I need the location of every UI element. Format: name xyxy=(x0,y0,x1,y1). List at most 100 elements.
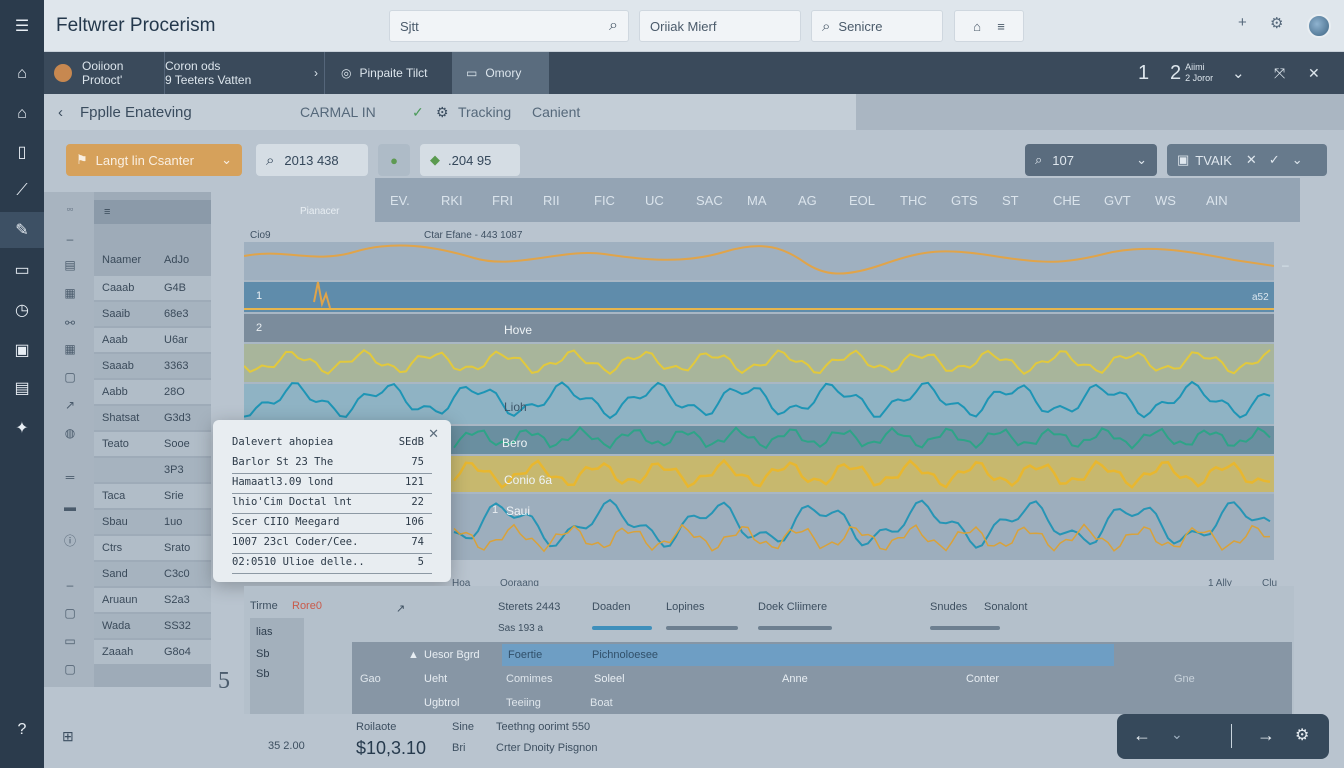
collapse-icon[interactable]: – xyxy=(1282,258,1289,272)
help-icon[interactable]: ? xyxy=(0,712,44,748)
table-row[interactable]: Saaab 3363 xyxy=(94,354,211,378)
status-toggle[interactable]: ● xyxy=(378,144,410,176)
table-row[interactable]: Caaab G4B xyxy=(94,276,211,300)
table-row[interactable]: 3P3 xyxy=(94,458,211,482)
list-item[interactable]: Sb xyxy=(256,648,269,660)
back-arrow-icon[interactable]: ← xyxy=(1133,725,1151,746)
pinpaite-tab[interactable]: ◎ Pinpaite Tilct xyxy=(324,52,452,94)
popup-row[interactable]: Hamaatl3.09 lond 121 xyxy=(232,476,432,494)
column-label[interactable]: FRI xyxy=(492,193,513,208)
table-row[interactable]: Wada SS32 xyxy=(94,614,211,638)
menu-icon[interactable]: ═ xyxy=(62,470,78,484)
team-selector[interactable]: Coron ods 9 Teeters Vatten › xyxy=(164,52,324,94)
building-icon[interactable]: ▯ xyxy=(0,134,44,170)
column-label[interactable]: GVT xyxy=(1104,193,1131,208)
column-label[interactable]: WS xyxy=(1155,193,1176,208)
search-input[interactable]: Sjtt ⌕ xyxy=(389,10,629,42)
filter-icon[interactable]: ≡ xyxy=(104,206,110,218)
table-icon[interactable]: ▦ xyxy=(62,342,78,356)
column-label[interactable]: GTS xyxy=(951,193,978,208)
back-chevron-icon[interactable]: ‹ xyxy=(58,104,63,121)
avatar[interactable] xyxy=(1307,14,1331,38)
plus-icon[interactable]: + xyxy=(1238,14,1247,31)
table-row[interactable]: Ctrs Srato xyxy=(94,536,211,560)
popup-row[interactable]: Scer CIIO Meegard 106 xyxy=(232,516,432,534)
table-row[interactable]: Saaib 68e3 xyxy=(94,302,211,326)
card-icon[interactable]: ▭ xyxy=(62,634,78,648)
column-label[interactable]: AIN xyxy=(1206,193,1228,208)
table-row[interactable]: Zaaah G8o4 xyxy=(94,640,211,664)
box-icon[interactable]: ▢ xyxy=(62,662,78,676)
grid-icon[interactable]: ▦ xyxy=(62,286,78,300)
content-link[interactable]: Canient xyxy=(532,104,580,120)
forward-arrow-icon[interactable]: → xyxy=(1257,725,1275,746)
table-row[interactable]: Teato Sooe xyxy=(94,432,211,456)
chevron-down-icon[interactable]: ⌄ xyxy=(1232,52,1245,94)
table-icon[interactable]: ⊞ xyxy=(62,728,74,745)
column-label[interactable]: EV. xyxy=(390,193,410,208)
folder-icon[interactable]: ▬ xyxy=(62,500,78,514)
view-toggle[interactable]: ▣ TVAIK ✕ ✓ ⌄ xyxy=(1167,144,1327,176)
popup-row[interactable]: Barlor St 23 The 75 xyxy=(232,456,432,474)
list-icon[interactable]: ▤ xyxy=(62,258,78,272)
column-label[interactable]: ST xyxy=(1002,193,1019,208)
table-row[interactable]: Shatsat G3d3 xyxy=(94,406,211,430)
chart-icon[interactable]: ⟋ xyxy=(0,173,44,209)
memory-tab[interactable]: ▭ Omory xyxy=(452,52,549,94)
location-dropdown[interactable]: ⚑ Langt lin Csanter ⌄ xyxy=(66,144,242,176)
service-search[interactable]: ⌕ Senicre xyxy=(811,10,943,42)
edit-icon[interactable]: ✎ xyxy=(0,212,44,248)
column-label[interactable]: SAC xyxy=(696,193,723,208)
table-row[interactable]: Sand C3c0 xyxy=(94,562,211,586)
popup-row[interactable]: 1007 23cl Coder/Cee. 74 xyxy=(232,536,432,554)
arrow-icon[interactable]: ↗ xyxy=(62,398,78,412)
column-label[interactable]: RKI xyxy=(441,193,463,208)
menu-icon[interactable]: ☰ xyxy=(0,8,44,44)
close-icon[interactable]: ✕ xyxy=(1308,52,1320,94)
table-row[interactable]: Aruaun S2a3 xyxy=(94,588,211,612)
card-icon[interactable]: ▭ xyxy=(0,252,44,288)
home-menu-toggle[interactable]: ⌂ ≡ xyxy=(954,10,1024,42)
chevron-down-icon[interactable]: ⌄ xyxy=(1171,726,1183,743)
list-item[interactable]: Sb xyxy=(256,668,269,680)
clock-icon[interactable]: ◷ xyxy=(0,292,44,328)
secondary-field[interactable]: Oriiak Mierf xyxy=(639,10,801,42)
popup-row[interactable]: lhio'Cim Doctal lnt 22 xyxy=(232,496,432,514)
home-icon[interactable]: ⌂ xyxy=(0,56,44,92)
column-label[interactable]: CHE xyxy=(1053,193,1080,208)
column-label[interactable]: RII xyxy=(543,193,560,208)
range-selector[interactable]: ⌕ 107 ⌄ xyxy=(1025,144,1157,176)
breadcrumb-mid[interactable]: CARMAL IN xyxy=(300,104,376,120)
house-icon[interactable]: ⌂ xyxy=(0,96,44,132)
box-icon[interactable]: ▢ xyxy=(62,606,78,620)
image-icon[interactable]: ▣ xyxy=(0,332,44,368)
project-selector[interactable]: Ooiioon Protoct' xyxy=(54,52,146,94)
column-label[interactable]: FIC xyxy=(594,193,615,208)
globe-icon[interactable]: ◍ xyxy=(62,426,78,440)
filter-search[interactable]: ⌕ 2013 438 xyxy=(256,144,368,176)
tracking-link[interactable]: Tracking xyxy=(458,104,511,120)
table-row[interactable]: Aaab U6ar xyxy=(94,328,211,352)
zoom-icon[interactable]: ▫▫ xyxy=(62,204,78,214)
column-label[interactable]: EOL xyxy=(849,193,875,208)
info-icon[interactable]: ⓘ xyxy=(62,532,78,549)
dash-icon[interactable]: – xyxy=(62,578,78,592)
box-icon[interactable]: ▢ xyxy=(62,370,78,384)
settings-icon[interactable]: ⚙ xyxy=(1295,725,1309,745)
gear-icon[interactable]: ⚙ xyxy=(1270,14,1283,32)
popup-row[interactable]: 02:0510 Ulioe delle.. 5 xyxy=(232,556,432,574)
column-label[interactable]: MA xyxy=(747,193,767,208)
expand-icon[interactable]: ⤧ xyxy=(1274,52,1285,94)
table-row[interactable]: Taca Srie xyxy=(94,484,211,508)
table-row[interactable]: Aabb 28O xyxy=(94,380,211,404)
column-label[interactable]: UC xyxy=(645,193,664,208)
link-icon[interactable]: ⚯ xyxy=(62,316,78,330)
monitor-icon[interactable]: ▤ xyxy=(0,370,44,406)
pin-icon[interactable]: ✦ xyxy=(0,410,44,446)
column-label[interactable]: THC xyxy=(900,193,927,208)
column-label[interactable]: AG xyxy=(798,193,817,208)
value-chip[interactable]: ◆ .204 95 xyxy=(420,144,520,176)
list-item[interactable]: lias xyxy=(256,626,273,638)
table-row[interactable]: Sbau 1uo xyxy=(94,510,211,534)
dash-icon[interactable]: – xyxy=(62,232,78,246)
